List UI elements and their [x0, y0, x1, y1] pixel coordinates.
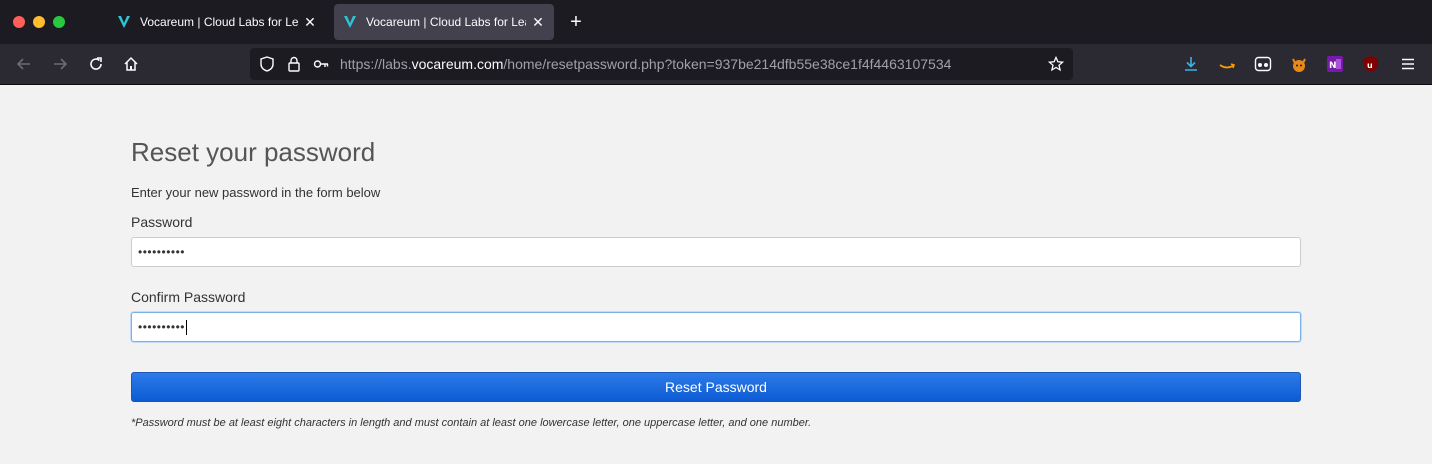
back-icon[interactable] — [14, 54, 34, 74]
lock-icon[interactable] — [286, 56, 302, 72]
close-tab-icon[interactable]: ✕ — [530, 14, 546, 30]
home-icon[interactable] — [121, 54, 141, 74]
tab-title: Vocareum | Cloud Labs for Learn — [140, 15, 298, 29]
reset-password-button[interactable]: Reset Password — [131, 372, 1301, 402]
url-bar[interactable]: https://labs.vocareum.com/home/resetpass… — [250, 48, 1073, 80]
url-scheme: https://labs. — [340, 56, 412, 72]
key-icon[interactable] — [313, 56, 329, 72]
confirm-password-field[interactable]: •••••••••• — [131, 312, 1301, 342]
tab-vocareum-1[interactable]: Vocareum | Cloud Labs for Learn ✕ — [108, 4, 326, 40]
star-icon[interactable] — [1048, 56, 1064, 72]
tab-vocareum-2[interactable]: Vocareum | Cloud Labs for Learn ✕ — [334, 4, 554, 40]
svg-text:N: N — [1329, 61, 1337, 71]
reload-icon[interactable] — [86, 54, 106, 74]
confirm-password-value: •••••••••• — [138, 320, 186, 334]
text-caret — [186, 319, 188, 335]
password-label: Password — [131, 214, 193, 230]
download-icon[interactable] — [1182, 55, 1200, 73]
url-path: /home/resetpassword.php?token=937be214df… — [503, 56, 952, 72]
tab-title: Vocareum | Cloud Labs for Learn — [366, 15, 526, 29]
page-title: Reset your password — [131, 137, 376, 167]
mask-icon[interactable] — [1254, 55, 1272, 73]
password-requirements-note: *Password must be at least eight charact… — [131, 417, 812, 429]
url-text[interactable]: https://labs.vocareum.com/home/resetpass… — [340, 56, 951, 72]
svg-text:u: u — [1367, 61, 1373, 70]
cat-icon[interactable] — [1290, 55, 1308, 73]
window-maximize-button[interactable] — [53, 16, 65, 28]
window-close-button[interactable] — [13, 16, 25, 28]
nav-bar: https://labs.vocareum.com/home/resetpass… — [0, 44, 1432, 107]
close-tab-icon[interactable]: ✕ — [302, 14, 318, 30]
onenote-icon[interactable]: N — [1326, 55, 1344, 73]
menu-icon[interactable] — [1399, 55, 1417, 73]
url-domain: vocareum.com — [411, 56, 504, 72]
window-minimize-button[interactable] — [33, 16, 45, 28]
page-content: Reset your password Enter your new passw… — [0, 86, 1432, 464]
password-field[interactable]: •••••••••• — [131, 237, 1301, 267]
shield-icon[interactable] — [259, 56, 275, 72]
tab-bar: Vocareum | Cloud Labs for Learn ✕ Vocare… — [0, 0, 1432, 44]
vocareum-logo-icon — [342, 14, 358, 30]
amazon-icon[interactable] — [1218, 55, 1236, 73]
confirm-password-label: Confirm Password — [131, 289, 246, 305]
ublock-icon[interactable]: u — [1362, 55, 1380, 73]
new-tab-button[interactable]: + — [566, 12, 586, 32]
password-value: •••••••••• — [138, 245, 186, 259]
forward-icon[interactable] — [50, 54, 70, 74]
vocareum-logo-icon — [116, 14, 132, 30]
page-subtitle: Enter your new password in the form belo… — [131, 185, 381, 200]
